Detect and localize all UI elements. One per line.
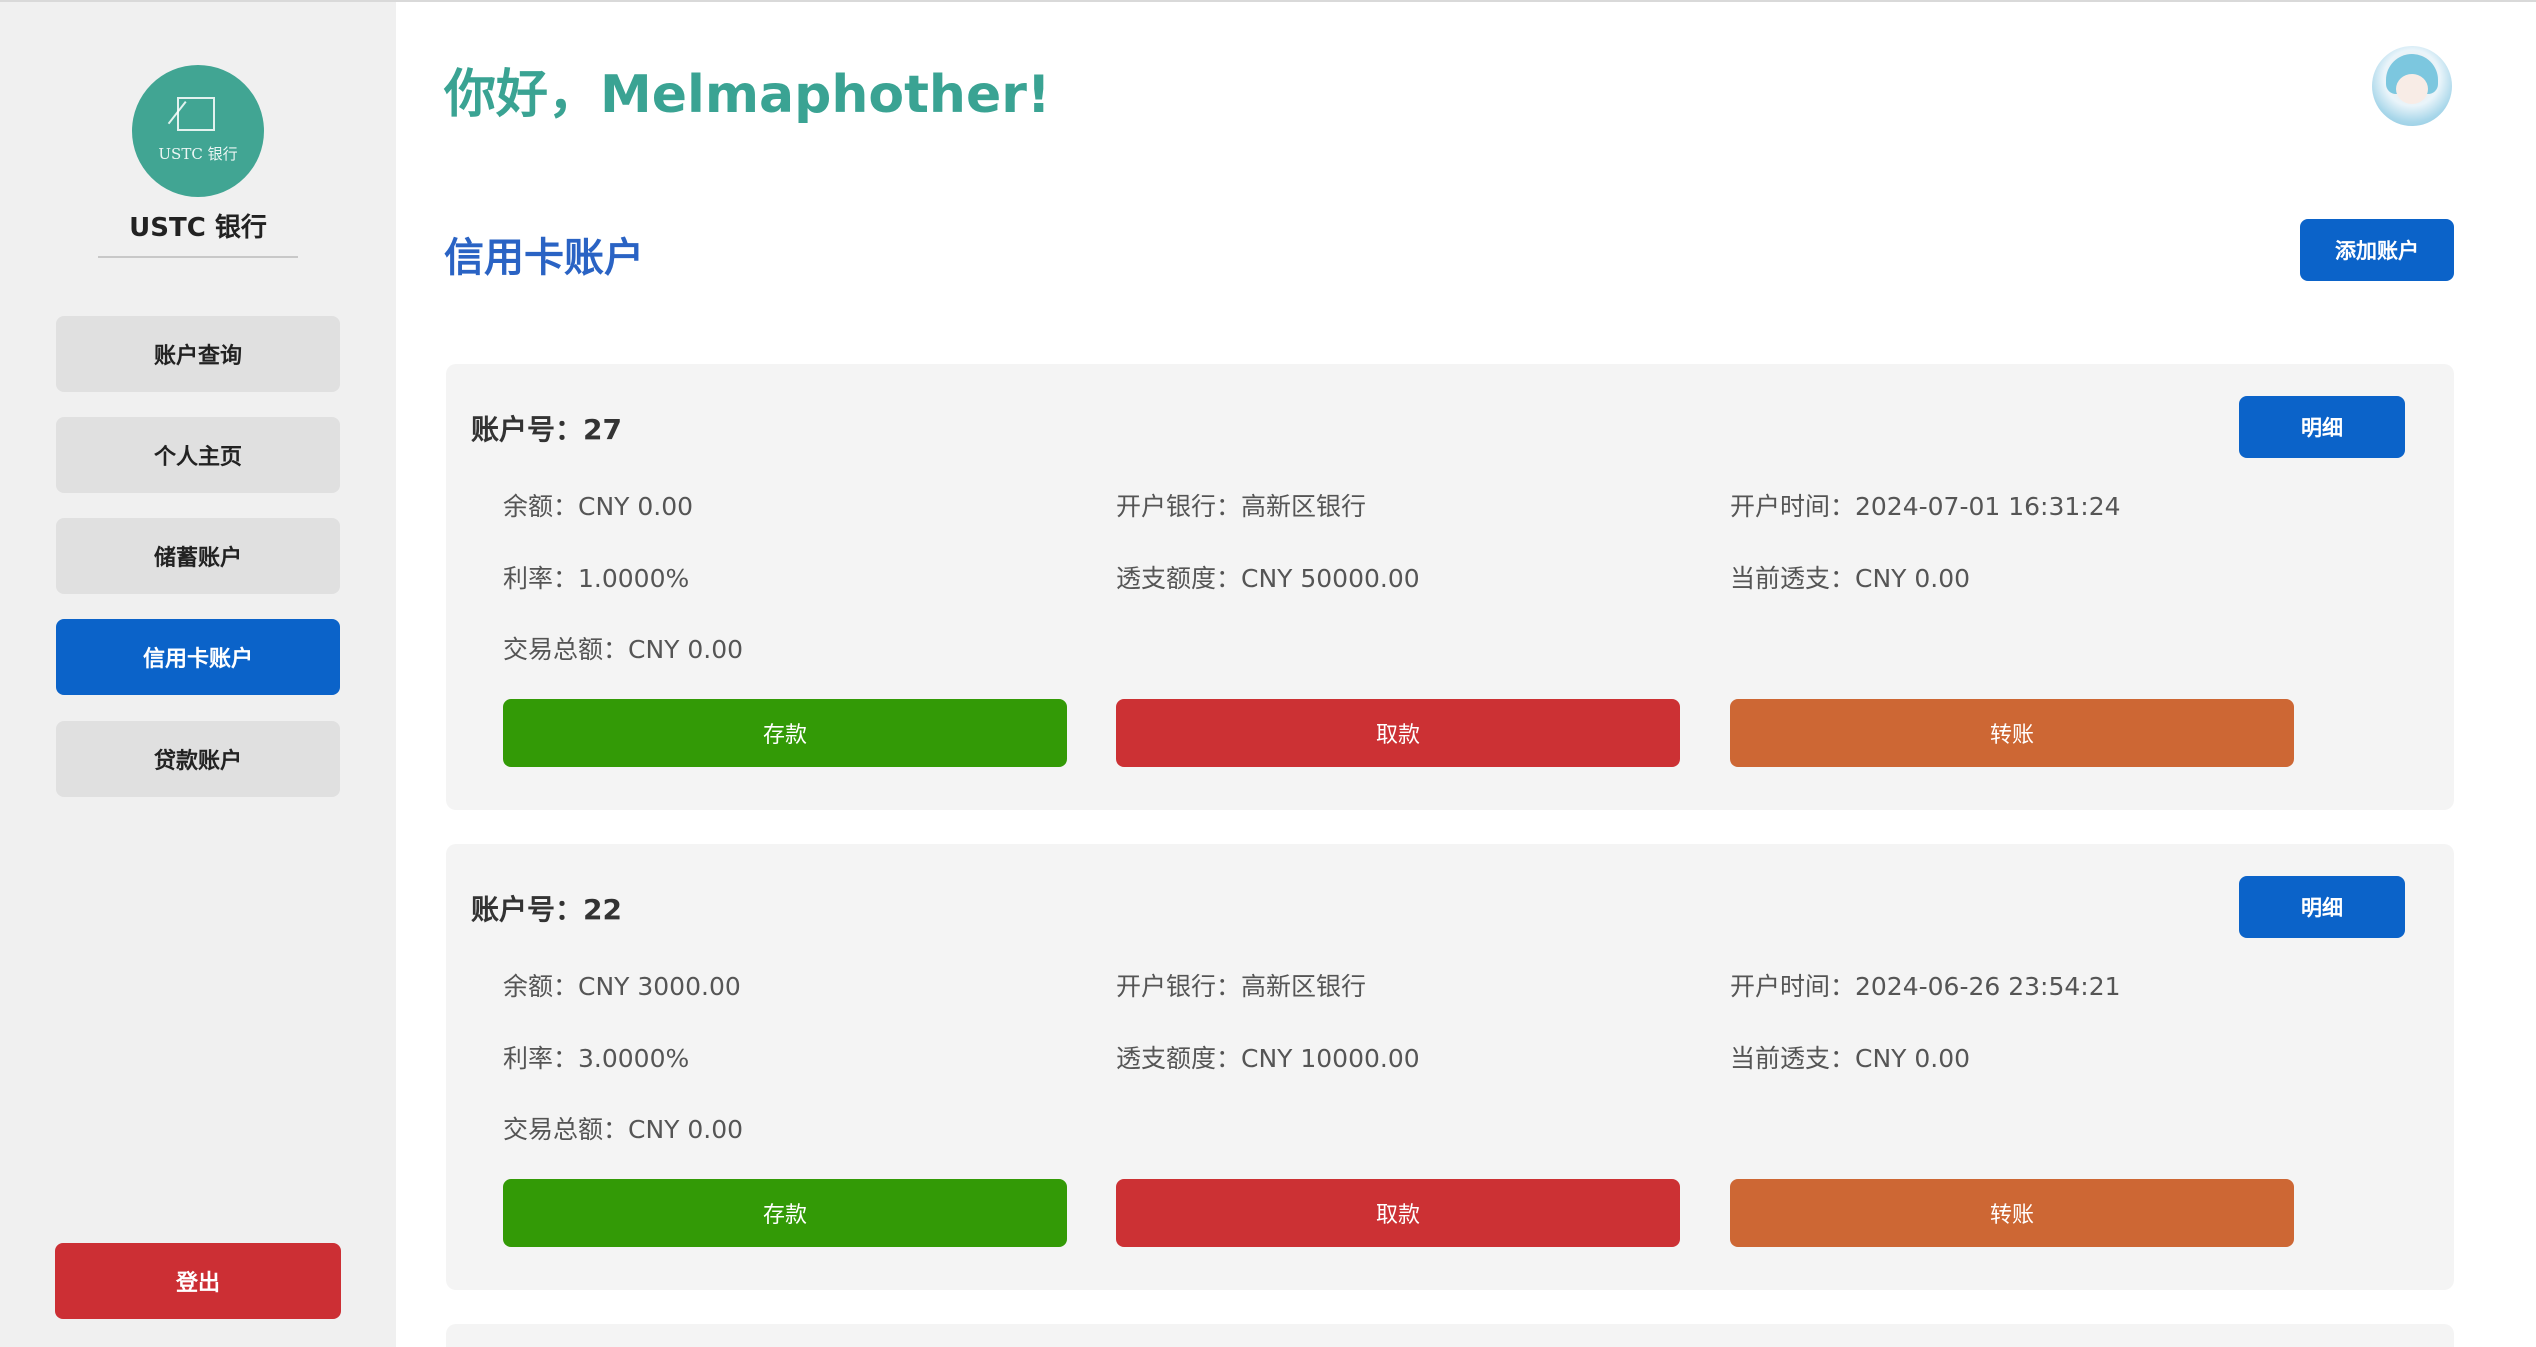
current-overdraft-field: 当前透支：CNY 0.00 bbox=[1730, 1044, 1971, 1073]
sidebar-item-savings[interactable]: 储蓄账户 bbox=[56, 518, 340, 594]
withdraw-button[interactable]: 取款 bbox=[1116, 699, 1680, 767]
logo-text: USTC 银行 bbox=[158, 145, 238, 163]
account-card: 账户号：27 明细 余额：CNY 0.00 开户银行：高新区银行 开户时间：20… bbox=[446, 364, 2454, 810]
account-number: 账户号：27 bbox=[471, 413, 622, 446]
open-time-field: 开户时间：2024-07-01 16:31:24 bbox=[1730, 492, 2121, 521]
bank-logo: USTC 银行 bbox=[132, 65, 264, 197]
transfer-button[interactable]: 转账 bbox=[1730, 699, 2294, 767]
current-overdraft-field: 当前透支：CNY 0.00 bbox=[1730, 564, 1971, 593]
transfer-button[interactable]: 转账 bbox=[1730, 1179, 2294, 1247]
balance-field: 余额：CNY 3000.00 bbox=[503, 972, 741, 1001]
overdraft-limit-field: 透支额度：CNY 50000.00 bbox=[1116, 564, 1420, 593]
sidebar-item-loan[interactable]: 贷款账户 bbox=[56, 721, 340, 797]
sidebar-divider bbox=[98, 256, 298, 258]
greeting-title: 你好，Melmaphother! bbox=[444, 65, 1051, 125]
page-title: 信用卡账户 bbox=[444, 235, 644, 281]
bank-logo-icon bbox=[177, 97, 215, 131]
account-card-partial bbox=[446, 1324, 2454, 1347]
rate-field: 利率：1.0000% bbox=[503, 564, 690, 593]
logout-button[interactable]: 登出 bbox=[55, 1243, 341, 1319]
sidebar: USTC 银行 USTC 银行 账户查询 个人主页 储蓄账户 信用卡账户 贷款账… bbox=[0, 2, 396, 1347]
account-number: 账户号：22 bbox=[471, 893, 622, 926]
app-root: USTC 银行 USTC 银行 账户查询 个人主页 储蓄账户 信用卡账户 贷款账… bbox=[0, 0, 2536, 1347]
withdraw-button[interactable]: 取款 bbox=[1116, 1179, 1680, 1247]
details-button[interactable]: 明细 bbox=[2239, 396, 2405, 458]
details-button[interactable]: 明细 bbox=[2239, 876, 2405, 938]
deposit-button[interactable]: 存款 bbox=[503, 699, 1067, 767]
bank-name: USTC 银行 bbox=[129, 213, 267, 243]
deposit-button[interactable]: 存款 bbox=[503, 1179, 1067, 1247]
overdraft-limit-field: 透支额度：CNY 10000.00 bbox=[1116, 1044, 1420, 1073]
total-transactions-field: 交易总额：CNY 0.00 bbox=[503, 635, 744, 664]
total-transactions-field: 交易总额：CNY 0.00 bbox=[503, 1115, 744, 1144]
account-card: 账户号：22 明细 余额：CNY 3000.00 开户银行：高新区银行 开户时间… bbox=[446, 844, 2454, 1290]
bank-field: 开户银行：高新区银行 bbox=[1116, 972, 1367, 1001]
bank-field: 开户银行：高新区银行 bbox=[1116, 492, 1367, 521]
sidebar-item-profile[interactable]: 个人主页 bbox=[56, 417, 340, 493]
sidebar-item-account-query[interactable]: 账户查询 bbox=[56, 316, 340, 392]
sidebar-item-credit-card[interactable]: 信用卡账户 bbox=[56, 619, 340, 695]
add-account-button[interactable]: 添加账户 bbox=[2300, 219, 2454, 281]
balance-field: 余额：CNY 0.00 bbox=[503, 492, 694, 521]
avatar[interactable] bbox=[2372, 46, 2452, 126]
open-time-field: 开户时间：2024-06-26 23:54:21 bbox=[1730, 972, 2121, 1001]
rate-field: 利率：3.0000% bbox=[503, 1044, 690, 1073]
